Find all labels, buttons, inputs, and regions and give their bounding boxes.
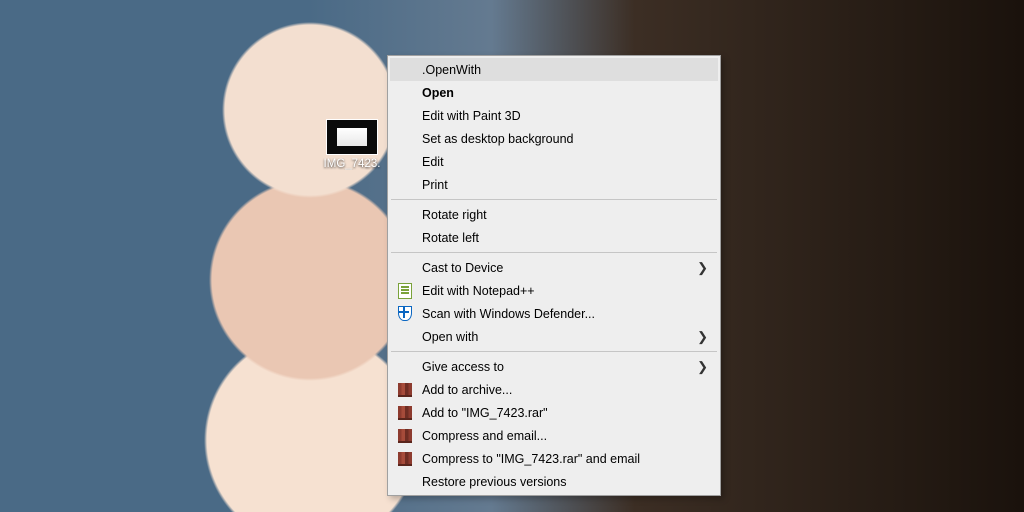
menu-item-label: Restore previous versions [422, 475, 567, 489]
menu-item-label: Set as desktop background [422, 132, 574, 146]
menu-item-edit-paint3d[interactable]: Edit with Paint 3D [390, 104, 718, 127]
desktop-file-icon[interactable]: IMG_7423. [319, 119, 385, 170]
menu-item-compress-rar-email[interactable]: Compress to "IMG_7423.rar" and email [390, 447, 718, 470]
file-thumbnail [326, 119, 378, 155]
menu-item-label: Add to "IMG_7423.rar" [422, 406, 548, 420]
chevron-right-icon: ❯ [697, 359, 708, 375]
menu-item-label: Open [422, 86, 454, 100]
menu-item-rotate-right[interactable]: Rotate right [390, 203, 718, 226]
menu-item-label: Edit with Paint 3D [422, 109, 521, 123]
menu-item-label: Edit with Notepad++ [422, 284, 535, 298]
menu-item-label: Add to archive... [422, 383, 512, 397]
menu-item-cast-to-device[interactable]: Cast to Device ❯ [390, 256, 718, 279]
menu-item-compress-email[interactable]: Compress and email... [390, 424, 718, 447]
menu-separator [391, 199, 717, 200]
menu-item-openwith-custom[interactable]: .OpenWith [390, 58, 718, 81]
menu-item-print[interactable]: Print [390, 173, 718, 196]
winrar-icon [397, 382, 413, 398]
menu-item-edit[interactable]: Edit [390, 150, 718, 173]
chevron-right-icon: ❯ [697, 260, 708, 276]
menu-item-label: Rotate right [422, 208, 487, 222]
menu-item-label: Give access to [422, 360, 504, 374]
defender-shield-icon [397, 306, 413, 322]
file-label: IMG_7423. [319, 158, 385, 170]
menu-item-add-archive[interactable]: Add to archive... [390, 378, 718, 401]
menu-item-scan-defender[interactable]: Scan with Windows Defender... [390, 302, 718, 325]
desktop-wallpaper: IMG_7423. .OpenWith Open Edit with Paint… [0, 0, 1024, 512]
menu-item-label: Compress to "IMG_7423.rar" and email [422, 452, 640, 466]
menu-item-label: Open with [422, 330, 478, 344]
menu-item-label: Print [422, 178, 448, 192]
menu-item-restore-versions[interactable]: Restore previous versions [390, 470, 718, 493]
menu-item-rotate-left[interactable]: Rotate left [390, 226, 718, 249]
menu-item-label: Edit [422, 155, 444, 169]
menu-item-label: Compress and email... [422, 429, 547, 443]
menu-item-label: Rotate left [422, 231, 479, 245]
context-menu: .OpenWith Open Edit with Paint 3D Set as… [387, 55, 721, 496]
menu-item-give-access-to[interactable]: Give access to ❯ [390, 355, 718, 378]
menu-item-label: Scan with Windows Defender... [422, 307, 595, 321]
winrar-icon [397, 428, 413, 444]
menu-item-label: .OpenWith [422, 63, 481, 77]
menu-item-add-to-rar[interactable]: Add to "IMG_7423.rar" [390, 401, 718, 424]
menu-item-open[interactable]: Open [390, 81, 718, 104]
menu-separator [391, 252, 717, 253]
menu-item-edit-notepadpp[interactable]: Edit with Notepad++ [390, 279, 718, 302]
menu-item-set-wallpaper[interactable]: Set as desktop background [390, 127, 718, 150]
winrar-icon [397, 451, 413, 467]
winrar-icon [397, 405, 413, 421]
chevron-right-icon: ❯ [697, 329, 708, 345]
notepadpp-icon [397, 283, 413, 299]
menu-item-open-with[interactable]: Open with ❯ [390, 325, 718, 348]
menu-item-label: Cast to Device [422, 261, 503, 275]
menu-separator [391, 351, 717, 352]
